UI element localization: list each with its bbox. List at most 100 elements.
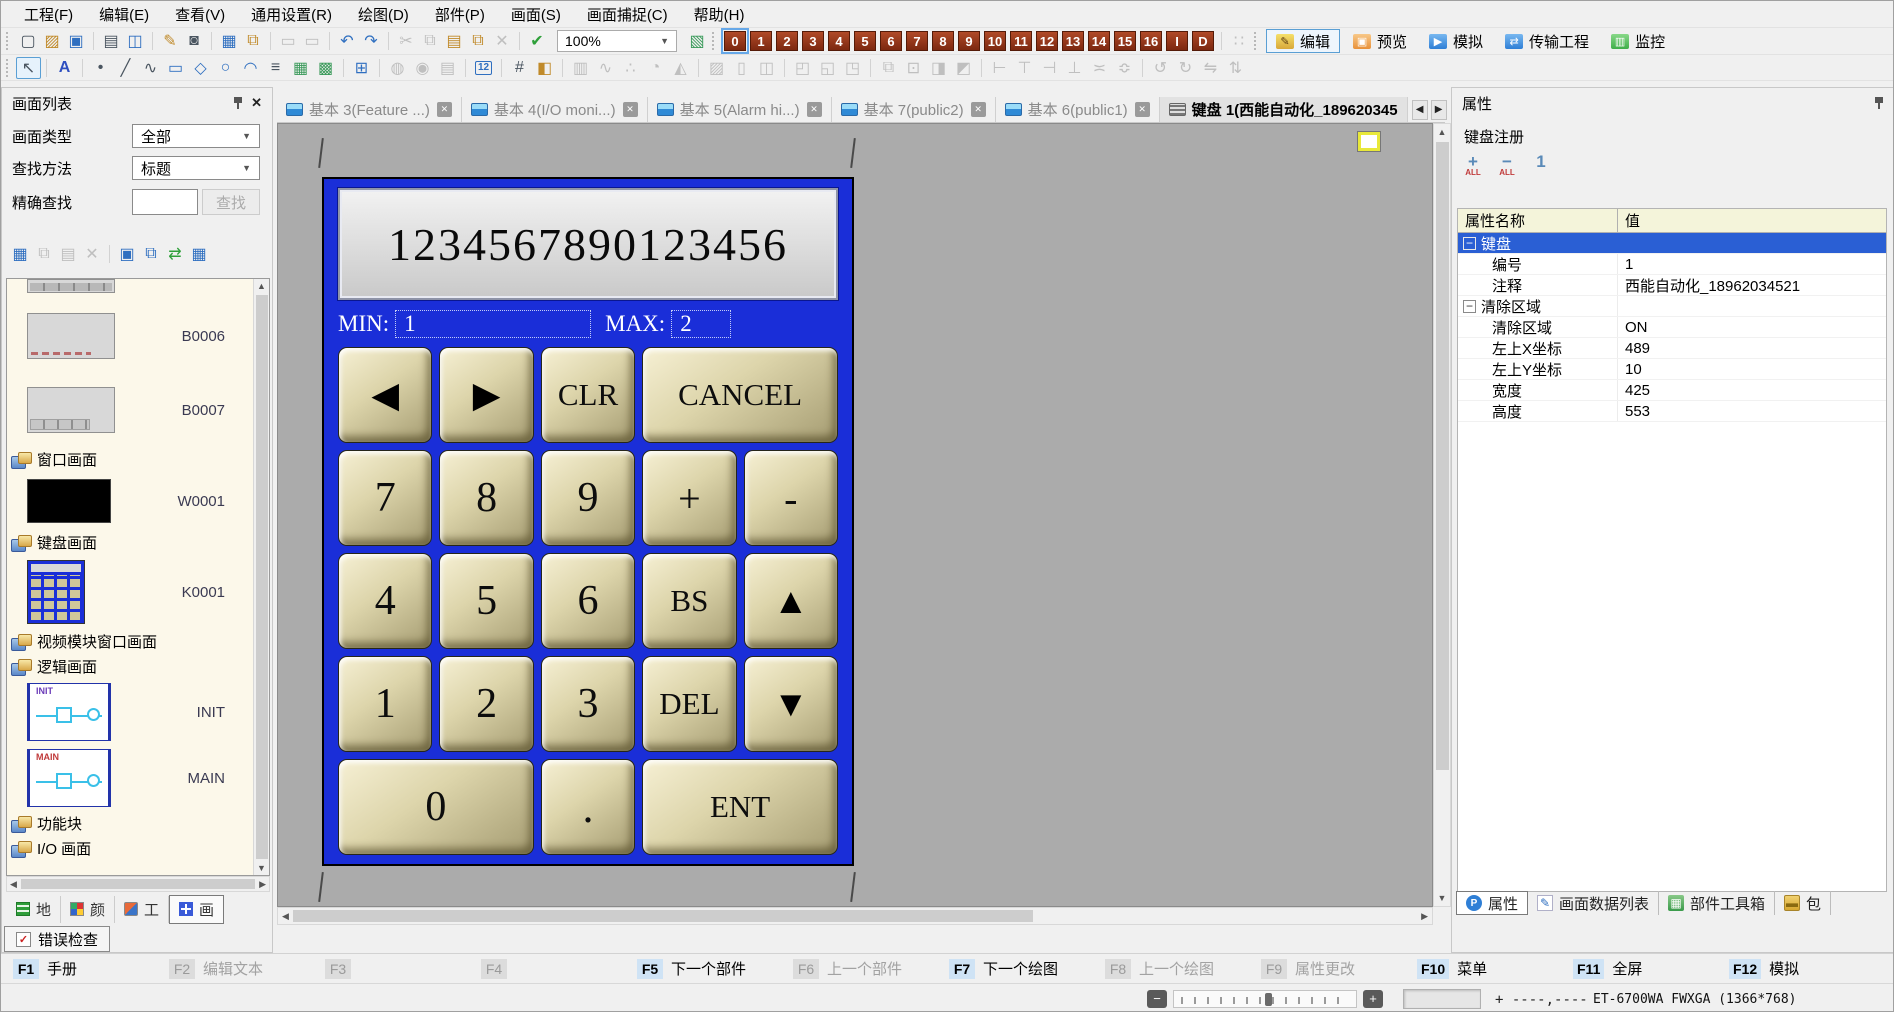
- error-check-icon[interactable]: ✔: [525, 30, 549, 52]
- ellipse-tool-icon[interactable]: ○: [213, 57, 238, 79]
- keypad-key[interactable]: 3: [541, 656, 635, 752]
- tab-base-5[interactable]: 基本 5(Alarm hi...) ✕: [648, 97, 832, 122]
- redo-icon[interactable]: ↷: [359, 30, 383, 52]
- function-key-button[interactable]: F2 编辑文本: [169, 958, 325, 979]
- screen-list-item[interactable]: MAIN MAIN: [7, 745, 253, 811]
- menu-item[interactable]: 查看(V): [162, 1, 238, 28]
- polyline-tool-icon[interactable]: ∿: [138, 57, 163, 79]
- function-key-button[interactable]: F4: [481, 959, 637, 979]
- scrollbar-thumb[interactable]: [21, 879, 255, 889]
- selected-object-marker[interactable]: [1358, 132, 1380, 151]
- mode-monitor-button[interactable]: ▥ 监控: [1602, 29, 1674, 53]
- screen-number-button[interactable]: 16: [1140, 31, 1162, 51]
- panel-tab-package[interactable]: ▬ 包: [1775, 891, 1831, 915]
- property-value[interactable]: 1: [1618, 256, 1886, 273]
- property-row[interactable]: 高度 553: [1458, 401, 1886, 422]
- screen-list-item[interactable]: K0001: [7, 555, 253, 629]
- screen-list-item[interactable]: 逻辑画面: [7, 654, 253, 679]
- dock-tab-parts[interactable]: 工: [115, 896, 169, 923]
- next-window-icon[interactable]: ▭: [300, 30, 324, 52]
- screen-list-item[interactable]: 键盘画面: [7, 530, 253, 555]
- memo-tool-icon[interactable]: ▤: [435, 57, 460, 79]
- property-row[interactable]: − 清除区域: [1458, 296, 1886, 317]
- paste-icon[interactable]: ▤: [442, 30, 466, 52]
- bring-front-tool-icon[interactable]: ◨: [926, 57, 951, 79]
- distribute-h-tool-icon[interactable]: ≍: [1087, 57, 1112, 79]
- property-row[interactable]: 清除区域 ON: [1458, 317, 1886, 338]
- expander-icon[interactable]: −: [1463, 237, 1476, 250]
- text-tool-icon[interactable]: A: [52, 57, 77, 79]
- function-key-button[interactable]: F10 菜单: [1417, 958, 1573, 979]
- switch-tool-icon[interactable]: ◉: [410, 57, 435, 79]
- keypad-key[interactable]: 6: [541, 553, 635, 649]
- window-position-tool-icon[interactable]: ◰: [790, 57, 815, 79]
- keypad-design-object[interactable]: 1234567890123456 MIN: 1 MAX: 2 ◀▶CLRCANC…: [322, 177, 854, 866]
- copy-screen-icon[interactable]: ⧉: [32, 243, 56, 265]
- design-canvas[interactable]: 1234567890123456 MIN: 1 MAX: 2 ◀▶CLRCANC…: [277, 123, 1433, 907]
- distribute-v-tool-icon[interactable]: ≎: [1112, 57, 1137, 79]
- polygon-tool-icon[interactable]: ◇: [188, 57, 213, 79]
- tab-keyboard-1[interactable]: 键盘 1(西能自动化_189620345 ✕: [1160, 97, 1408, 122]
- screen-list-item[interactable]: B0007: [7, 373, 253, 447]
- zoom-slider-thumb[interactable]: [1265, 993, 1272, 1006]
- screen-type-select[interactable]: 全部 ▼: [132, 124, 260, 148]
- scrollbar-thumb[interactable]: [256, 295, 268, 859]
- document-display-tool-icon[interactable]: ▯: [729, 57, 754, 79]
- scatter-graph-tool-icon[interactable]: ∴: [618, 57, 643, 79]
- table-tool-icon[interactable]: ⊞: [349, 57, 374, 79]
- keypad-key[interactable]: 7: [338, 450, 432, 546]
- new-screen-icon[interactable]: ▦: [8, 243, 32, 265]
- cascade-screens-icon[interactable]: ⧉: [139, 243, 163, 265]
- menu-item[interactable]: 工程(F): [11, 1, 86, 28]
- flip-v-tool-icon[interactable]: ⇅: [1223, 57, 1248, 79]
- align-left-tool-icon[interactable]: ⊢: [987, 57, 1012, 79]
- keypad-key[interactable]: ▶: [439, 347, 533, 443]
- fit-screen-icon[interactable]: ▧: [685, 30, 709, 52]
- zoom-in-button[interactable]: +: [1363, 990, 1383, 1008]
- tab-base-4[interactable]: 基本 4(I/O moni...) ✕: [462, 97, 648, 122]
- screen-number-button[interactable]: 9: [958, 31, 980, 51]
- copy-screen-icon[interactable]: ⧉: [241, 30, 265, 52]
- pin-icon[interactable]: [1874, 96, 1884, 110]
- close-tab-icon[interactable]: ✕: [807, 102, 822, 117]
- screen-list-item[interactable]: 视频模块窗口画面: [7, 629, 253, 654]
- screen-jump-icon[interactable]: ▦: [187, 243, 211, 265]
- menu-item[interactable]: 部件(P): [422, 1, 498, 28]
- align-bottom-tool-icon[interactable]: ⊥: [1062, 57, 1087, 79]
- paste-screen-icon[interactable]: ▤: [56, 243, 80, 265]
- scroll-down-icon[interactable]: ▼: [257, 861, 266, 875]
- line-tool-icon[interactable]: ╱: [113, 57, 138, 79]
- scroll-up-icon[interactable]: ▲: [1438, 124, 1447, 140]
- scroll-down-icon[interactable]: ▼: [1438, 890, 1447, 906]
- function-key-button[interactable]: F1 手册: [13, 958, 169, 979]
- panel-tab-parts-toolbox[interactable]: ▦ 部件工具箱: [1659, 891, 1775, 915]
- close-tab-icon[interactable]: ✕: [1135, 102, 1150, 117]
- screen-list-item[interactable]: 功能块: [7, 811, 253, 836]
- flip-h-tool-icon[interactable]: ⇋: [1198, 57, 1223, 79]
- lamp-tool-icon[interactable]: ◍: [385, 57, 410, 79]
- screen-list-item[interactable]: B0006: [7, 299, 253, 373]
- scroll-right-icon[interactable]: ▶: [259, 879, 266, 890]
- ungroup-tool-icon[interactable]: ⊡: [901, 57, 926, 79]
- screen-number-button[interactable]: 8: [932, 31, 954, 51]
- screen-number-button[interactable]: 14: [1088, 31, 1110, 51]
- function-key-button[interactable]: F8 上一个绘图: [1105, 958, 1261, 979]
- rotate-right-tool-icon[interactable]: ↻: [1173, 57, 1198, 79]
- exact-search-input[interactable]: [132, 189, 198, 215]
- scroll-left-icon[interactable]: ◀: [10, 879, 17, 890]
- panel-tab-screen-data-list[interactable]: ✎ 画面数据列表: [1528, 891, 1659, 915]
- screen-number-button[interactable]: 15: [1114, 31, 1136, 51]
- function-key-button[interactable]: F9 属性更改: [1261, 958, 1417, 979]
- keypad-key[interactable]: 9: [541, 450, 635, 546]
- function-key-button[interactable]: F6 上一个部件: [793, 958, 949, 979]
- toolbar-grip[interactable]: [1254, 32, 1259, 50]
- group-tool-icon[interactable]: ⧉: [876, 57, 901, 79]
- property-row[interactable]: − 键盘: [1458, 233, 1886, 254]
- keypad-key[interactable]: +: [642, 450, 736, 546]
- window-move-tool-icon[interactable]: ◱: [815, 57, 840, 79]
- keypad-key[interactable]: CANCEL: [642, 347, 838, 443]
- select-tool-icon[interactable]: ↖: [16, 57, 41, 79]
- function-key-button[interactable]: F5 下一个部件: [637, 958, 793, 979]
- function-key-button[interactable]: F12 模拟: [1729, 958, 1885, 979]
- keypad-key[interactable]: 1: [338, 656, 432, 752]
